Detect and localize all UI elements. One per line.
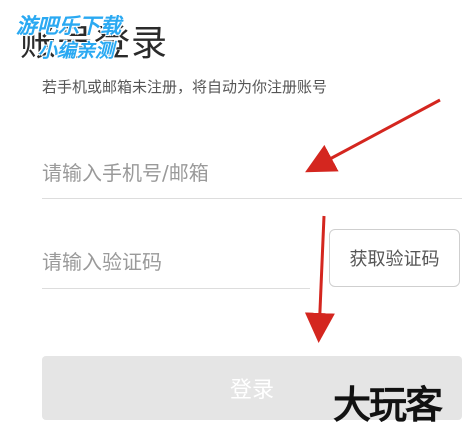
- verification-code-field[interactable]: [42, 236, 310, 289]
- get-code-button[interactable]: 获取验证码: [329, 229, 460, 287]
- register-hint: 若手机或邮箱未注册，将自动为你注册账号: [42, 78, 328, 96]
- phone-email-field[interactable]: [42, 148, 462, 199]
- watermark-logo-bottom: 大玩客: [333, 383, 443, 427]
- verification-code-input[interactable]: [42, 236, 310, 288]
- page-title: 账号登录: [20, 23, 169, 64]
- arrow-to-login-button: [304, 215, 335, 343]
- phone-email-input[interactable]: [42, 148, 462, 198]
